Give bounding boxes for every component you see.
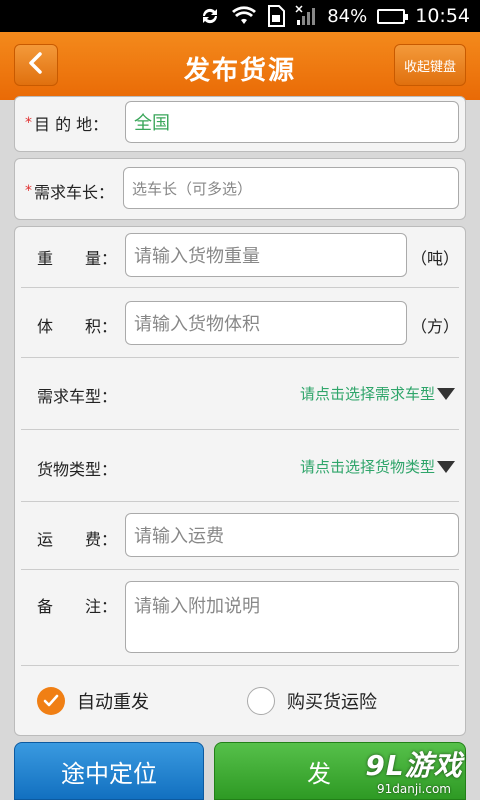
divider bbox=[21, 287, 459, 288]
remarks-textarea[interactable]: 请输入附加说明 bbox=[125, 581, 459, 653]
cargo-type-label: 货物类型： bbox=[37, 460, 118, 479]
unchecked-circle-icon bbox=[247, 687, 275, 715]
divider bbox=[21, 665, 459, 666]
truck-type-picker-label: 请点击选择需求车型 bbox=[299, 385, 435, 403]
divider bbox=[21, 357, 459, 358]
insurance-checkbox[interactable]: 购买货运险 bbox=[247, 687, 377, 715]
dropdown-arrow-icon bbox=[437, 387, 455, 400]
truck-type-picker[interactable]: 请点击选择需求车型 bbox=[300, 383, 455, 404]
destination-field[interactable]: 全国 bbox=[125, 101, 459, 143]
weight-label: 重 量： bbox=[37, 249, 118, 268]
auto-repost-label: 自动重发 bbox=[77, 692, 149, 713]
battery-icon bbox=[377, 8, 409, 24]
divider bbox=[21, 501, 459, 502]
wifi-icon bbox=[231, 6, 257, 26]
title-bar: 发布货源 收起键盘 bbox=[0, 32, 480, 100]
truck-length-field[interactable]: 选车长（可多选） bbox=[123, 167, 459, 209]
required-marker: * bbox=[25, 183, 32, 199]
truck-length-card: * 需求车长： 选车长（可多选） bbox=[14, 158, 466, 220]
remarks-label: 备 注： bbox=[37, 597, 118, 616]
watermark: 9L游戏 91danji.com bbox=[358, 744, 470, 800]
freight-input[interactable]: 请输入运费 bbox=[125, 513, 459, 557]
sync-icon bbox=[199, 5, 221, 27]
signal-icon bbox=[295, 5, 317, 27]
divider bbox=[21, 569, 459, 570]
dropdown-arrow-icon bbox=[437, 460, 455, 473]
freight-label: 运 费： bbox=[37, 530, 118, 549]
battery-percent: 84% bbox=[327, 5, 368, 27]
truck-type-label: 需求车型： bbox=[37, 387, 118, 406]
locate-button[interactable]: 途中定位 bbox=[14, 742, 204, 800]
divider bbox=[21, 429, 459, 430]
cargo-details-card: 重 量： 请输入货物重量 （吨） 体 积： 请输入货物体积 （方） 需求车型： … bbox=[14, 226, 466, 736]
cargo-type-picker[interactable]: 请点击选择货物类型 bbox=[300, 456, 455, 477]
required-marker: * bbox=[25, 115, 32, 131]
hide-keyboard-button[interactable]: 收起键盘 bbox=[394, 44, 466, 86]
cargo-type-picker-label: 请点击选择货物类型 bbox=[299, 458, 435, 476]
clock: 10:54 bbox=[415, 5, 470, 27]
volume-input[interactable]: 请输入货物体积 bbox=[125, 301, 407, 345]
weight-unit: （吨） bbox=[411, 249, 460, 268]
insurance-label: 购买货运险 bbox=[287, 692, 377, 713]
volume-unit: （方） bbox=[411, 317, 460, 336]
weight-input[interactable]: 请输入货物重量 bbox=[125, 233, 407, 277]
status-bar: 84% 10:54 bbox=[0, 0, 480, 32]
truck-length-label: 需求车长： bbox=[34, 183, 115, 202]
watermark-url: 91danji.com bbox=[377, 782, 451, 796]
checkmark-icon bbox=[37, 687, 65, 715]
destination-label: 目 的 地： bbox=[34, 115, 109, 134]
sim-card-icon bbox=[267, 5, 286, 27]
watermark-logo: 9L游戏 bbox=[365, 749, 463, 782]
auto-repost-checkbox[interactable]: 自动重发 bbox=[37, 687, 149, 715]
volume-label: 体 积： bbox=[37, 317, 118, 336]
destination-card: * 目 的 地： 全国 bbox=[14, 96, 466, 152]
